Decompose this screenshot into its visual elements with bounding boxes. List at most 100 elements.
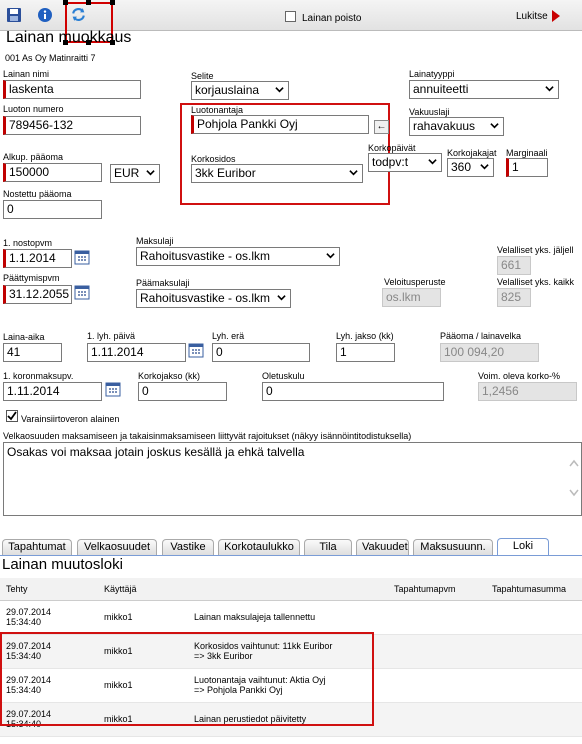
chevron-down-icon bbox=[545, 86, 554, 92]
selite-label: Selite bbox=[191, 71, 214, 81]
log-header-row: Tehty Käyttäjä Tapahtumapvm Tapahtumasum… bbox=[0, 578, 582, 601]
korkojakajat-select[interactable]: 360 bbox=[447, 158, 494, 177]
play-arrow-icon[interactable] bbox=[552, 10, 560, 25]
calendar-icon[interactable] bbox=[74, 249, 90, 265]
log-date-cell: 29.07.2014 15:34:40 bbox=[0, 600, 98, 635]
korkosidos-value: 3kk Euribor bbox=[195, 166, 256, 180]
koronmaksupv-input[interactable]: 1.11.2014 bbox=[3, 382, 102, 401]
tab-vastike[interactable]: Vastike bbox=[162, 539, 214, 555]
vakuuslaji-value: rahavakuus bbox=[413, 119, 476, 133]
log-date: 29.07.2014 bbox=[6, 607, 52, 617]
rajoitukset-text: Osakas voi maksaa jotain joskus kesällä … bbox=[7, 445, 305, 459]
log-user: mikko1 bbox=[98, 600, 188, 635]
velalliset-kaikki-label: Velalliset yks. kaikk bbox=[497, 277, 575, 287]
nostopvm-input[interactable]: 1.1.2014 bbox=[3, 249, 72, 268]
korkosidos-label: Korkosidos bbox=[191, 154, 236, 164]
maksulaji-label: Maksulaji bbox=[136, 236, 174, 246]
lukitse-button[interactable]: Lukitse bbox=[516, 11, 548, 22]
korkopaivat-select[interactable]: todpv:t bbox=[368, 153, 442, 172]
log-description-cell: Lainan maksulajeja tallennettu bbox=[188, 600, 388, 635]
tab-maksusuunn[interactable]: Maksusuunn. bbox=[413, 539, 493, 555]
tab-loki[interactable]: Loki bbox=[497, 538, 549, 556]
lyh-jakso-label: Lyh. jakso (kk) bbox=[336, 331, 394, 341]
info-icon[interactable] bbox=[37, 7, 53, 23]
paattymispvm-input[interactable]: 31.12.2055 bbox=[3, 285, 72, 304]
luotonantaja-label: Luotonantaja bbox=[191, 105, 244, 115]
veloitusperuste-input: os.lkm bbox=[382, 288, 441, 307]
marginaali-label: Marginaali bbox=[506, 148, 548, 158]
oletuskulu-input[interactable]: 0 bbox=[262, 382, 444, 401]
chevron-down-icon bbox=[326, 253, 335, 259]
lainan-nimi-input[interactable]: laskenta bbox=[3, 80, 141, 99]
korkojakso-label: Korkojakso (kk) bbox=[138, 371, 201, 381]
scroll-down-icon[interactable] bbox=[569, 489, 579, 497]
marginaali-input[interactable]: 1 bbox=[506, 158, 548, 177]
log-header-kayttaja[interactable]: Käyttäjä bbox=[98, 578, 188, 601]
lainatyyppi-select[interactable]: annuiteetti bbox=[409, 80, 559, 99]
log-time: 15:34:40 bbox=[6, 617, 42, 627]
log-tapahtumasumma bbox=[486, 634, 582, 669]
chevron-down-icon bbox=[275, 87, 284, 93]
laina-aika-label: Laina-aika bbox=[3, 332, 45, 342]
lyh-era-label: Lyh. erä bbox=[212, 331, 245, 341]
paamaksulaji-value: Rahoitusvastike - os.lkm bbox=[140, 291, 271, 305]
log-header-tehty[interactable]: Tehty bbox=[0, 578, 98, 601]
laina-aika-input[interactable]: 41 bbox=[3, 343, 62, 362]
log-tapahtumapvm bbox=[388, 600, 486, 635]
chevron-down-icon bbox=[277, 295, 286, 301]
lainan-poisto-checkbox[interactable] bbox=[285, 11, 296, 22]
log-header-tapahtumasumma[interactable]: Tapahtumasumma bbox=[486, 578, 582, 601]
lainan-poisto-label: Lainan poisto bbox=[302, 13, 362, 24]
nostettu-paaoma-label: Nostettu pääoma bbox=[3, 189, 72, 199]
calendar-icon[interactable] bbox=[74, 284, 90, 300]
velalliset-jaljella-input: 661 bbox=[497, 256, 531, 275]
luoton-numero-label: Luoton numero bbox=[3, 104, 64, 114]
vakuuslaji-select[interactable]: rahavakuus bbox=[409, 117, 504, 136]
alkup-paaoma-input[interactable]: 150000 bbox=[3, 163, 102, 182]
table-row[interactable]: 29.07.2014 15:34:40 mikko1 Lainan maksula… bbox=[0, 600, 582, 635]
paamaksulaji-label: Päämaksulaji bbox=[136, 278, 190, 288]
lainatyyppi-label: Lainatyyppi bbox=[409, 69, 455, 79]
tab-tapahtumat[interactable]: Tapahtumat bbox=[2, 539, 72, 555]
lyh-jakso-input[interactable]: 1 bbox=[336, 343, 395, 362]
korkopaivat-value: todpv:t bbox=[372, 155, 409, 169]
korkojakajat-value: 360 bbox=[451, 160, 472, 174]
paaoma-lainavelka-input: 100 094,20 bbox=[440, 343, 539, 362]
calendar-icon[interactable] bbox=[105, 381, 121, 397]
chevron-down-icon bbox=[480, 164, 489, 170]
rajoitukset-textarea[interactable]: Osakas voi maksaa jotain joskus kesällä … bbox=[3, 442, 582, 516]
currency-select[interactable]: EUR bbox=[110, 164, 160, 183]
log-title: Lainan muutosloki bbox=[2, 556, 123, 573]
nostettu-paaoma-input[interactable]: 0 bbox=[3, 200, 102, 219]
log-tapahtumapvm bbox=[388, 634, 486, 669]
tab-korkotaulukko[interactable]: Korkotaulukko bbox=[218, 539, 300, 555]
log-header-tapahtumapvm[interactable]: Tapahtumapvm bbox=[388, 578, 486, 601]
page-subtitle: 001 As Oy Matinraitti 7 bbox=[5, 53, 96, 63]
tab-tila[interactable]: Tila bbox=[304, 539, 352, 555]
lyh-paiva-input[interactable]: 1.11.2014 bbox=[87, 343, 186, 362]
luoton-numero-input[interactable]: 789456-132 bbox=[3, 116, 141, 135]
tab-velkaosuudet[interactable]: Velkaosuudet bbox=[77, 539, 157, 555]
oletuskulu-label: Oletuskulu bbox=[262, 371, 305, 381]
varainsiirtovero-label: Varainsiirtoveron alainen bbox=[21, 414, 120, 424]
selite-select[interactable]: korjauslaina bbox=[191, 81, 289, 100]
selite-value: korjauslaina bbox=[195, 83, 260, 97]
korkojakso-input[interactable]: 0 bbox=[138, 382, 227, 401]
save-icon[interactable] bbox=[6, 7, 22, 23]
korkosidos-select[interactable]: 3kk Euribor bbox=[191, 164, 363, 183]
rajoitukset-label: Velkaosuuden maksamiseen ja takaisinmaks… bbox=[3, 431, 412, 441]
luotonantaja-button[interactable]: ← bbox=[374, 120, 389, 134]
varainsiirtovero-checkbox[interactable] bbox=[6, 410, 18, 422]
chevron-down-icon bbox=[428, 159, 437, 165]
lyh-paiva-label: 1. lyh. päivä bbox=[87, 331, 136, 341]
maksulaji-select[interactable]: Rahoitusvastike - os.lkm bbox=[136, 247, 340, 266]
tab-vakuudet[interactable]: Vakuudet bbox=[356, 539, 409, 555]
koronmaksupv-label: 1. koronmaksupv. bbox=[3, 371, 74, 381]
lyh-era-input[interactable]: 0 bbox=[212, 343, 310, 362]
paamaksulaji-select[interactable]: Rahoitusvastike - os.lkm bbox=[136, 289, 291, 308]
luotonantaja-input[interactable]: Pohjola Pankki Oyj bbox=[191, 115, 369, 134]
vakuuslaji-label: Vakuuslaji bbox=[409, 107, 450, 117]
scroll-up-icon[interactable] bbox=[569, 459, 579, 467]
voim-korko-input: 1,2456 bbox=[478, 382, 577, 401]
calendar-icon[interactable] bbox=[188, 342, 204, 358]
